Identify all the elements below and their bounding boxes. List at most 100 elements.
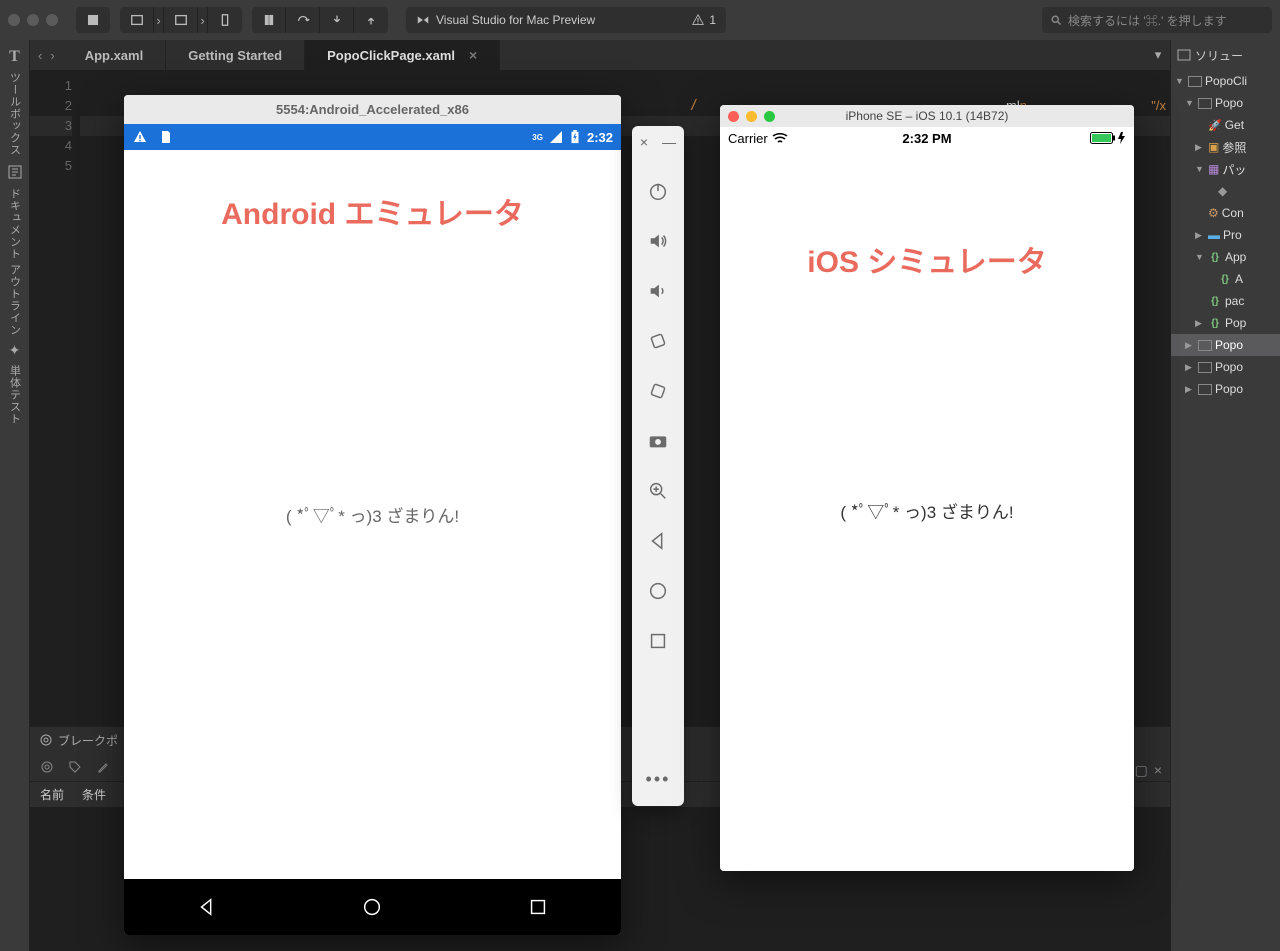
tree-item[interactable]: ▼▦パッ xyxy=(1171,158,1280,180)
warning-icon xyxy=(132,129,148,145)
tree-item[interactable]: {}A xyxy=(1171,268,1280,290)
volume-up-button[interactable] xyxy=(632,216,684,266)
network-label: 3G xyxy=(532,133,543,142)
target-project-icon[interactable] xyxy=(120,7,154,33)
android-clock: 2:32 xyxy=(587,130,613,145)
android-screen[interactable]: Android エミュレータ ( *ﾟ▽ﾟ* っ)3 ざまりん! xyxy=(124,150,621,879)
battery-icon xyxy=(569,130,581,144)
tree-item[interactable]: ▼PopoCli xyxy=(1171,70,1280,92)
close-icon[interactable]: × xyxy=(1154,762,1162,778)
window-controls[interactable] xyxy=(8,14,58,26)
search-icon xyxy=(1050,14,1062,26)
pause-button[interactable] xyxy=(252,7,286,33)
tree-item[interactable]: ▼Popo xyxy=(1171,92,1280,114)
step-out-button[interactable] xyxy=(354,7,388,33)
rail-unit-test[interactable]: 単体テスト xyxy=(7,365,23,425)
line-gutter: 1 2 3 4 5 xyxy=(30,70,80,726)
stop-button[interactable] xyxy=(76,7,110,33)
android-window-title[interactable]: 5554:Android_Accelerated_x86 xyxy=(124,95,621,124)
zoom-button[interactable] xyxy=(632,466,684,516)
sdcard-icon xyxy=(158,129,174,145)
nav-recent-icon[interactable] xyxy=(527,896,549,918)
target-select-group[interactable]: › › xyxy=(120,7,242,33)
tree-item[interactable]: ▶{}Pop xyxy=(1171,312,1280,334)
panel-title: ソリュー xyxy=(1195,47,1243,64)
target-config-icon[interactable] xyxy=(164,7,198,33)
edit-icon[interactable] xyxy=(96,760,110,774)
rail-toolbox[interactable]: ツールボックス xyxy=(7,72,23,156)
close-icon[interactable]: × xyxy=(469,47,477,63)
camera-button[interactable] xyxy=(632,416,684,466)
solution-tree[interactable]: ▼PopoCli▼Popo🚀Get▶▣参照▼▦パッ◆⚙Con▶▬Pro▼{}Ap… xyxy=(1171,70,1280,400)
forward-icon[interactable]: › xyxy=(50,48,54,63)
search-box[interactable]: 検索するには '⌘.' を押します xyxy=(1042,7,1272,33)
volume-down-button[interactable] xyxy=(632,266,684,316)
tree-item[interactable]: ▶▬Pro xyxy=(1171,224,1280,246)
android-overlay-label: Android エミュレータ xyxy=(134,189,611,233)
tree-item[interactable]: ▼{}App xyxy=(1171,246,1280,268)
nav-back-icon[interactable] xyxy=(196,896,218,918)
tree-item[interactable]: ▶Popo xyxy=(1171,334,1280,356)
ios-simulator-window: iPhone SE – iOS 10.1 (14B72) Carrier 2:3… xyxy=(720,105,1134,871)
tree-item[interactable]: ⚙Con xyxy=(1171,202,1280,224)
home-button[interactable] xyxy=(632,566,684,616)
tag-icon[interactable] xyxy=(68,760,82,774)
nav-home-icon[interactable] xyxy=(361,896,383,918)
warning-badge[interactable]: 1 xyxy=(691,13,716,27)
more-icon[interactable]: ••• xyxy=(646,769,671,800)
debug-panel-controls[interactable]: ▢ × xyxy=(1135,760,1162,780)
target-icon xyxy=(40,734,52,746)
ide-titlebar: › › Visual Studio for Mac Preview 1 検索する… xyxy=(0,0,1280,40)
minimize-icon[interactable]: ▢ xyxy=(1135,762,1148,779)
code-fragment: / xyxy=(690,96,698,116)
tab-getting-started[interactable]: Getting Started xyxy=(166,40,305,70)
tree-item[interactable]: ▶Popo xyxy=(1171,378,1280,400)
rotate-right-button[interactable] xyxy=(632,366,684,416)
ios-window-title[interactable]: iPhone SE – iOS 10.1 (14B72) xyxy=(720,105,1134,127)
ios-message: ( *ﾟ▽ﾟ* っ)3 ざまりん! xyxy=(840,498,1013,523)
target-device-icon[interactable] xyxy=(208,7,242,33)
window-controls[interactable] xyxy=(728,111,775,122)
solution-explorer: ソリュー ▼PopoCli▼Popo🚀Get▶▣参照▼▦パッ◆⚙Con▶▬Pro… xyxy=(1170,40,1280,951)
step-over-button[interactable] xyxy=(286,7,320,33)
tree-item[interactable]: ◆ xyxy=(1171,180,1280,202)
left-sidebar-rail: T ツールボックス ドキュメント アウトライン ✦ 単体テスト xyxy=(0,40,30,951)
recent-button[interactable] xyxy=(632,616,684,666)
col-condition: 条件 xyxy=(82,786,106,803)
tree-item[interactable]: ▶▣参照 xyxy=(1171,136,1280,158)
run-stop-group[interactable] xyxy=(76,7,110,33)
back-button[interactable] xyxy=(632,516,684,566)
tab-popoclickpage[interactable]: PopoClickPage.xaml× xyxy=(305,40,500,70)
ios-overlay-label: iOS シミュレータ xyxy=(730,237,1124,281)
ios-screen[interactable]: iOS シミュレータ ( *ﾟ▽ﾟ* っ)3 ざまりん! xyxy=(720,149,1134,871)
status-text: Visual Studio for Mac Preview xyxy=(436,13,595,27)
warning-icon xyxy=(691,13,705,27)
close-icon[interactable]: × xyxy=(640,134,648,150)
tree-item[interactable]: {}pac xyxy=(1171,290,1280,312)
android-message: ( *ﾟ▽ﾟ* っ)3 ざまりん! xyxy=(286,502,459,527)
tree-item[interactable]: ▶Popo xyxy=(1171,356,1280,378)
target-icon[interactable] xyxy=(40,760,54,774)
tab-app-xaml[interactable]: App.xaml xyxy=(63,40,167,70)
carrier-label: Carrier xyxy=(728,131,768,146)
rotate-left-button[interactable] xyxy=(632,316,684,366)
ios-clock: 2:32 PM xyxy=(902,131,951,146)
tab-nav[interactable]: ‹› xyxy=(30,40,63,70)
signal-icon xyxy=(549,130,563,144)
tree-item[interactable]: 🚀Get xyxy=(1171,114,1280,136)
battery-icon xyxy=(1090,132,1126,144)
android-emulator-window: 5554:Android_Accelerated_x86 3G 2:32 And… xyxy=(124,95,621,935)
solution-icon xyxy=(1177,48,1191,62)
android-navbar xyxy=(124,879,621,935)
back-icon[interactable]: ‹ xyxy=(38,48,42,63)
doc-outline-icon xyxy=(7,164,23,180)
rail-doc-outline[interactable]: ドキュメント アウトライン xyxy=(7,188,23,336)
power-button[interactable] xyxy=(632,166,684,216)
minimize-icon[interactable]: — xyxy=(662,134,676,150)
tabs-overflow-icon[interactable]: ▾ xyxy=(1146,40,1170,70)
ios-statusbar: Carrier 2:32 PM xyxy=(720,127,1134,149)
col-name: 名前 xyxy=(40,786,64,803)
wifi-icon xyxy=(772,132,788,144)
debug-controls[interactable] xyxy=(252,7,388,33)
step-in-button[interactable] xyxy=(320,7,354,33)
